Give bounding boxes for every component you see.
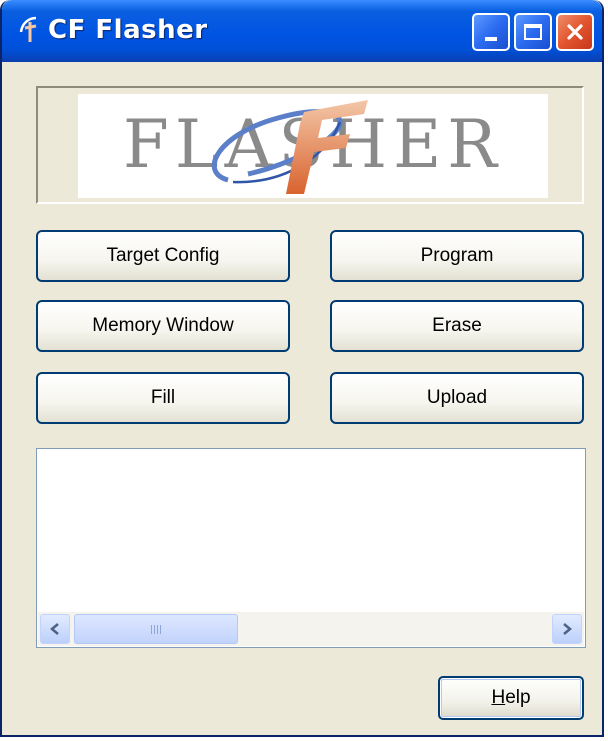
chevron-right-icon: [563, 623, 572, 635]
upload-button[interactable]: Upload: [330, 372, 584, 424]
chevron-left-icon: [50, 623, 59, 635]
memory-window-button[interactable]: Memory Window: [36, 300, 290, 352]
maximize-button[interactable]: [514, 13, 552, 51]
help-accelerator: H: [491, 687, 506, 708]
close-icon: [567, 24, 583, 40]
cf-flasher-app-icon: [19, 16, 37, 42]
grip-icon: [151, 624, 161, 634]
minimize-icon: [485, 37, 497, 41]
cf-flasher-window: CF Flasher FLASHER: [0, 0, 604, 737]
close-button[interactable]: [556, 13, 594, 51]
help-button[interactable]: Help: [438, 676, 584, 720]
minimize-button[interactable]: [472, 13, 510, 51]
scroll-right-button[interactable]: [552, 614, 582, 644]
window-title: CF Flasher: [48, 15, 208, 45]
scrollbar-thumb[interactable]: [74, 614, 238, 644]
horizontal-scrollbar[interactable]: [38, 612, 584, 646]
flasher-logo: FLASHER: [78, 94, 548, 198]
scroll-left-button[interactable]: [40, 614, 70, 644]
fill-button[interactable]: Fill: [36, 372, 290, 424]
erase-button[interactable]: Erase: [330, 300, 584, 352]
program-button[interactable]: Program: [330, 230, 584, 282]
cf-swoosh-logo: [211, 100, 368, 194]
help-label: elp: [505, 687, 531, 708]
title-bar[interactable]: CF Flasher: [2, 0, 602, 62]
target-config-button[interactable]: Target Config: [36, 230, 290, 282]
output-log[interactable]: [36, 448, 586, 648]
logo-panel: FLASHER: [36, 86, 584, 204]
maximize-icon: [524, 24, 542, 40]
